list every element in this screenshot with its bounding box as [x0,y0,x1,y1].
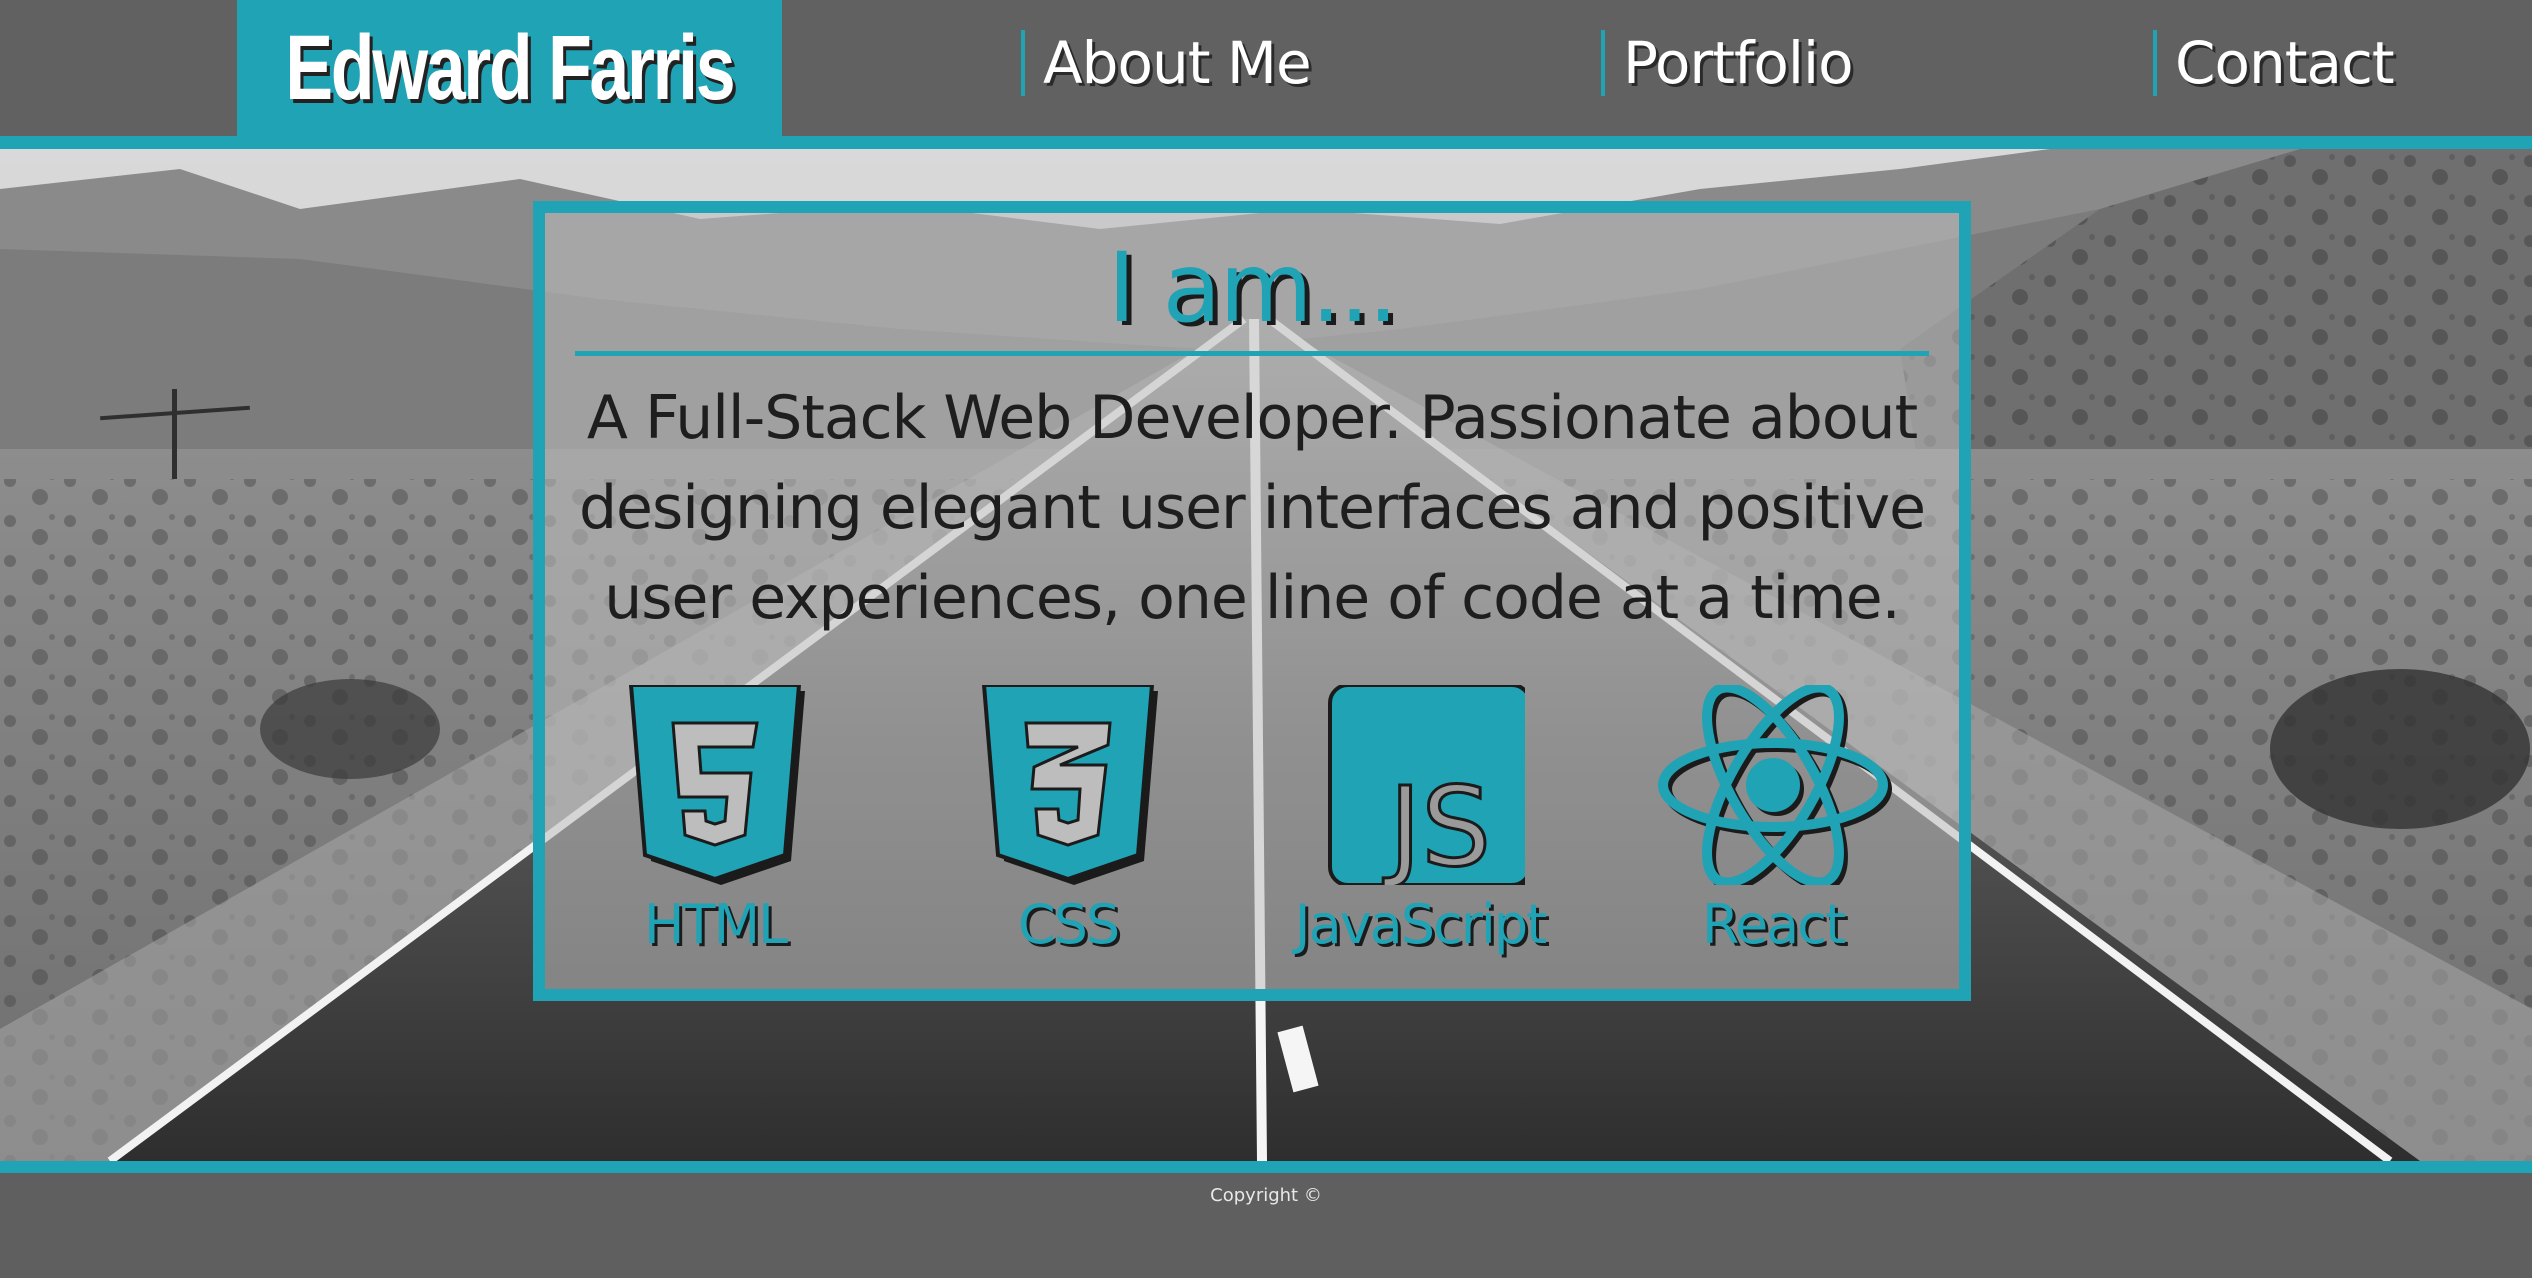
nav-about-me-label: About Me [1043,29,1312,97]
brand-name: Edward Farris [285,16,735,119]
skill-css: CSS [918,685,1218,985]
nav-contact-label: Contact [2175,29,2395,97]
nav-portfolio-label: Portfolio [1623,29,1854,97]
nav-contact[interactable]: Contact [2153,29,2395,97]
nav-divider [1021,30,1025,96]
css3-icon [981,685,1158,885]
footer-divider [0,1161,2532,1173]
skill-react-label: React [1701,893,1846,956]
html5-icon [628,685,805,885]
skill-react: React [1623,685,1923,985]
react-icon [1658,685,1892,885]
intro-heading: I am... [1107,232,1399,344]
site-header: Edward Farris About Me Portfolio Contact [0,0,2532,136]
skill-css-label: CSS [1017,893,1120,956]
brand-logo[interactable]: Edward Farris [237,0,782,136]
js-badge-text: JS [1383,763,1491,885]
hero-section: I am... A Full-Stack Web Developer. Pass… [0,149,2532,1161]
nav-about-me[interactable]: About Me [1021,29,1312,97]
skill-javascript: JS JavaScript [1270,685,1570,985]
nav-divider [1601,30,1605,96]
header-divider [0,136,2532,149]
skill-javascript-label: JavaScript [1294,893,1548,956]
intro-divider [575,351,1929,356]
copyright-text: Copyright © [1210,1185,1322,1206]
intro-card: I am... A Full-Stack Web Developer. Pass… [533,201,1971,1001]
javascript-icon: JS [1328,685,1525,885]
skill-html-label: HTML [643,893,788,956]
skill-html: HTML [565,685,865,985]
nav-divider [2153,30,2157,96]
nav-portfolio[interactable]: Portfolio [1601,29,1854,97]
site-footer: Copyright © [0,1173,2532,1278]
intro-description: A Full-Stack Web Developer. Passionate a… [578,383,1926,633]
